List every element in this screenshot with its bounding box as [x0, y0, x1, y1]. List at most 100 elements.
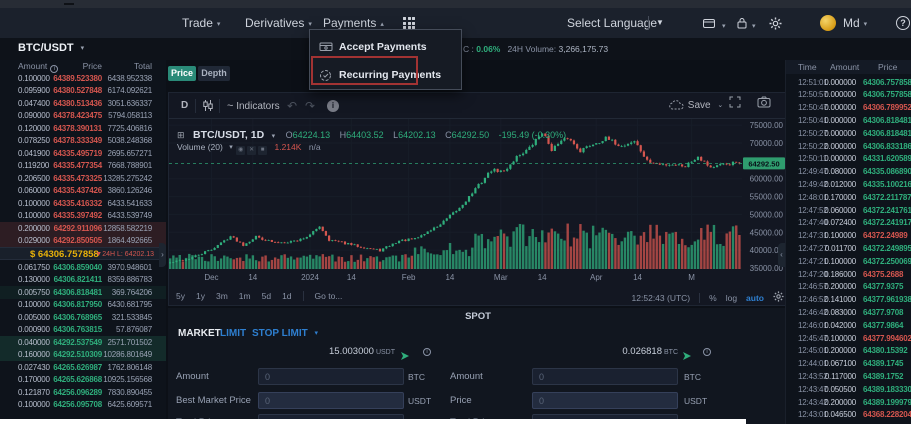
close-mini-icon[interactable]: ■ [258, 146, 267, 155]
orderbook-row-bid[interactable]: 0.00500064306.768965321.533845 [0, 311, 166, 324]
tab-depth[interactable]: Depth [198, 66, 230, 81]
scale-button-log[interactable]: log [726, 293, 737, 303]
nav-item-derivatives[interactable]: Derivatives▾ [245, 8, 312, 38]
collapse-trades-handle[interactable]: ‹ [778, 243, 785, 267]
tab-price[interactable]: Price [168, 66, 196, 81]
trade-row[interactable]: 12:46:570.20000064377.9375 [786, 281, 911, 294]
trade-row[interactable]: 12:43:010.04650064368.228204 [786, 409, 911, 422]
trade-row[interactable]: 12:47:400.07240064372.241917 [786, 217, 911, 230]
help-icon[interactable]: ? [896, 16, 910, 30]
buy-total-price-input[interactable] [258, 414, 404, 424]
menu-item-recurring-payments[interactable]: Recurring Payments [310, 61, 461, 90]
orderbook-row-ask[interactable]: 0.04190064335.4957192695.657271 [0, 147, 166, 160]
orderbook-row-ask[interactable]: 0.09590064380.5278486174.092621 [0, 85, 166, 98]
undo-icon[interactable]: ↶ [287, 93, 297, 119]
orderbook-row-bid[interactable]: 0.02743064265.6269871762.806148 [0, 361, 166, 374]
indicators-button[interactable]: ~ Indicators [227, 93, 280, 119]
language-caret-icon[interactable]: ▼ [656, 8, 664, 38]
range-button-1y[interactable]: 1y [196, 291, 205, 301]
chart-symbol-icon[interactable]: ⊞ [177, 130, 185, 140]
language-selector[interactable]: Select Language [567, 8, 657, 38]
orderbook-row-ask[interactable]: 0.09000064378.4234755794.058113 [0, 110, 166, 123]
trade-row[interactable]: 12:47:520.06000064372.241761 [786, 204, 911, 217]
nav-item-trade[interactable]: Trade▾ [182, 8, 220, 38]
range-button-5d[interactable]: 5d [262, 291, 271, 301]
buy-amount-input[interactable] [258, 368, 404, 385]
trade-row[interactable]: 12:47:310.10000064372.24989 [786, 230, 911, 243]
orderbook-row-bid[interactable]: 0.17000064265.62686810925.156568 [0, 374, 166, 387]
buy-best-market-price-input[interactable] [258, 392, 404, 409]
sell-total-price-input[interactable] [532, 414, 678, 424]
user-avatar[interactable] [820, 15, 836, 31]
trade-row[interactable]: 12:43:420.20000064389.199979 [786, 396, 911, 409]
orderbook-row-bid[interactable]: 0.13000064306.8214118359.886783 [0, 274, 166, 287]
chevron-down-icon[interactable]: ▾ [272, 133, 276, 140]
orderbook-row-ask[interactable]: 0.20650064335.47332513285.275242 [0, 172, 166, 185]
menu-item-accept-payments[interactable]: Accept Payments [310, 33, 461, 62]
transfer-arrow-icon[interactable] [682, 347, 692, 365]
chart-settings-gear-icon[interactable] [773, 291, 784, 304]
trade-row[interactable]: 12:44:010.06710064389.1745 [786, 358, 911, 371]
trade-row[interactable]: 12:50:110.00000064331.620589 [786, 153, 911, 166]
trade-row[interactable]: 12:50:470.00000064306.789952 [786, 102, 911, 115]
apps-grid-icon[interactable] [403, 17, 415, 29]
orderbook-row-ask[interactable]: 0.20000064292.91109612858.582219 [0, 222, 166, 235]
chevron-down-icon[interactable]: ▾ [229, 144, 233, 151]
security-lock-icon[interactable]: ▾ [736, 17, 756, 32]
trade-row[interactable]: 12:51:010.00000064306.757858 [786, 76, 911, 89]
orderbook-row-ask[interactable]: 0.11920064335.4773547668.788901 [0, 160, 166, 173]
order-tab-limit[interactable]: LIMIT [220, 328, 246, 339]
fullscreen-icon[interactable] [729, 93, 741, 119]
sell-amount-input[interactable] [532, 368, 678, 385]
orderbook-row-bid[interactable]: 0.00575064306.818481369.764206 [0, 286, 166, 299]
orderbook-row-bid[interactable]: 0.10000064256.0957086425.609571 [0, 399, 166, 412]
trade-row[interactable]: 12:43:470.05050064389.183330 [786, 383, 911, 396]
orderbook-row-bid[interactable]: 0.06175064306.8590403970.948601 [0, 261, 166, 274]
trade-row[interactable]: 12:46:010.04200064377.9864 [786, 319, 911, 332]
trade-row[interactable]: 12:50:220.00000064306.833186 [786, 140, 911, 153]
user-menu[interactable]: Md▾ [843, 8, 867, 38]
interval-button[interactable]: D [181, 93, 188, 119]
trade-row[interactable]: 12:50:270.00000064306.818481 [786, 127, 911, 140]
pair-selector[interactable]: BTC/USDT ▾ [18, 42, 84, 54]
info-icon[interactable]: i [423, 348, 431, 356]
orderbook-row-ask[interactable]: 0.02900064292.8505051864.492665 [0, 235, 166, 248]
orderbook-row-ask[interactable]: 0.10000064389.5233806438.952338 [0, 72, 166, 85]
orderbook-row-ask[interactable]: 0.06000064335.4374263860.126246 [0, 185, 166, 198]
trade-row[interactable]: 12:50:410.00000064306.818481 [786, 114, 911, 127]
orderbook-row-bid[interactable]: 0.00090064306.76381557.876087 [0, 324, 166, 337]
trade-row[interactable]: 12:47:270.01170064372.249895 [786, 242, 911, 255]
trade-row[interactable]: 12:47:210.10000064372.250069 [786, 255, 911, 268]
scale-button-auto[interactable]: auto [746, 293, 764, 303]
orderbook-row-ask[interactable]: 0.07825064378.3333495038.248368 [0, 135, 166, 148]
transfer-arrow-icon[interactable] [400, 347, 410, 365]
orderbook-row-bid[interactable]: 0.12187064256.0962897830.890455 [0, 386, 166, 399]
goto-button[interactable]: Go to... [315, 291, 343, 301]
trade-row[interactable]: 12:46:420.08300064377.9708 [786, 306, 911, 319]
trade-row[interactable]: 12:48:010.17000064372.211787 [786, 191, 911, 204]
trade-row[interactable]: 12:49:470.08000064335.086890 [786, 166, 911, 179]
orderbook-row-ask[interactable]: 0.10000064335.3974926433.539749 [0, 210, 166, 223]
trade-row[interactable]: 12:45:470.10000064377.994602 [786, 332, 911, 345]
trade-row[interactable]: 12:47:200.18600064375.2688 [786, 268, 911, 281]
order-tab-market[interactable]: MARKET [178, 328, 221, 339]
chart-clock[interactable]: 12:52:43 (UTC) [632, 293, 691, 303]
candle-style-icon[interactable] [202, 93, 214, 119]
info-icon[interactable]: i [703, 348, 711, 356]
orderbook-row-bid[interactable]: 0.16000064292.51030910286.801649 [0, 349, 166, 362]
redo-icon[interactable]: ↷ [305, 93, 315, 119]
range-button-3m[interactable]: 3m [216, 291, 228, 301]
orderbook-row-ask[interactable]: 0.10000064335.4163326433.541633 [0, 197, 166, 210]
orderbook-row-bid[interactable]: 0.04000064292.5375492571.701502 [0, 336, 166, 349]
range-button-1m[interactable]: 1m [239, 291, 251, 301]
trade-row[interactable]: 12:46:520.14100064377.961938 [786, 294, 911, 307]
trade-row[interactable]: 12:43:520.11700064389.1752 [786, 370, 911, 383]
chart-info-icon[interactable]: i [327, 100, 339, 112]
orderbook-row-bid[interactable]: 0.10000064306.8179506430.681795 [0, 299, 166, 312]
scale-button-%[interactable]: % [709, 293, 717, 303]
settings-mini-icon[interactable]: ✕ [247, 146, 256, 155]
collapse-orderbook-handle[interactable]: › [159, 243, 166, 267]
range-button-5y[interactable]: 5y [176, 291, 185, 301]
cloud-save-button[interactable]: Save ⌄ [669, 93, 723, 119]
orderbook-row-ask[interactable]: 0.12000064378.3901317725.406816 [0, 122, 166, 135]
